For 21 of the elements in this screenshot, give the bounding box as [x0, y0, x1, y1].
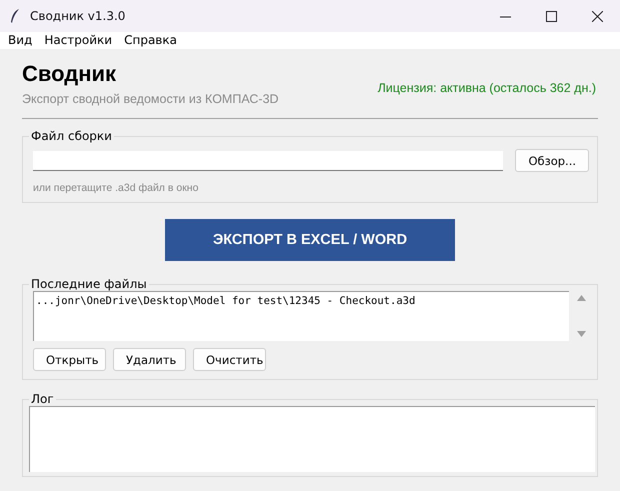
browse-button[interactable]: Обзор...	[515, 149, 589, 172]
file-path-field[interactable]	[33, 150, 504, 170]
menu-item[interactable]: Справка	[118, 32, 183, 49]
license-status: Лицензия: активна (осталось 362 дн.)	[378, 81, 596, 95]
app-subtitle: Экспорт сводной ведомости из КОМПАС-3D	[22, 92, 279, 106]
window-title: Сводник v1.3.0	[30, 9, 126, 23]
export-button[interactable]: ЭКСПОРТ В EXCEL / WORD	[165, 219, 455, 261]
menu-item[interactable]: Настройки	[38, 32, 118, 49]
close-icon[interactable]	[592, 10, 602, 22]
app-title: Сводник	[22, 61, 118, 87]
group-label: Файл сборки	[30, 129, 113, 143]
recent-file-item[interactable]: ...jonr\OneDrive\Desktop\Model for test\12345 - Checkout.a3d	[36, 295, 567, 307]
list-action-button[interactable]: Очистить	[193, 348, 266, 371]
drop-hint: или перетащите .a3d файл в окно	[33, 182, 200, 194]
feather-icon	[10, 9, 20, 23]
group-label: Лог	[30, 392, 55, 406]
menu-item[interactable]: Вид	[2, 32, 38, 49]
group-label: Последние файлы	[30, 277, 148, 291]
maximize-icon[interactable]	[546, 10, 556, 22]
list-action-button[interactable]: Удалить	[113, 348, 186, 371]
list-action-button[interactable]: Открыть	[33, 348, 106, 371]
